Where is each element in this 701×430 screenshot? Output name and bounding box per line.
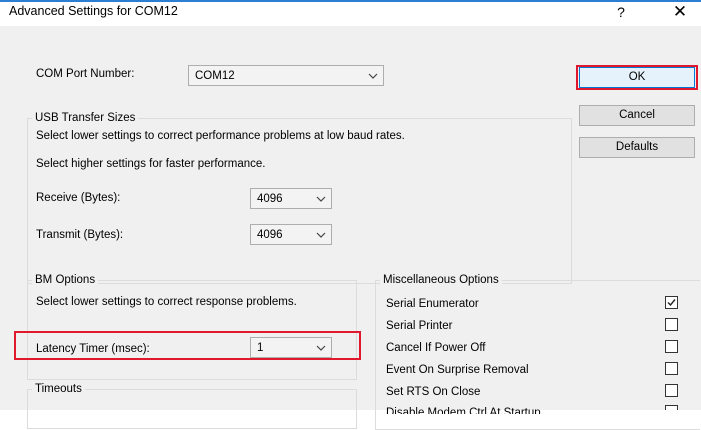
bm-group-title: BM Options bbox=[32, 273, 99, 287]
misc-option-label: Event On Surprise Removal bbox=[386, 364, 529, 376]
misc-option-label: Disable Modem Ctrl At Startup bbox=[386, 407, 541, 414]
cancel-button[interactable]: Cancel bbox=[579, 105, 695, 126]
usb-desc-low: Select lower settings to correct perform… bbox=[36, 130, 405, 142]
chevron-down-icon bbox=[316, 232, 326, 238]
misc-option-label: Serial Printer bbox=[386, 320, 453, 332]
ok-highlight-box bbox=[576, 65, 698, 90]
com-port-value: COM12 bbox=[195, 70, 235, 82]
disable-modem-ctrl-checkbox[interactable] bbox=[665, 405, 678, 410]
transmit-value: 4096 bbox=[257, 229, 283, 241]
cancel-if-power-off-checkbox[interactable] bbox=[665, 340, 678, 353]
title-bar: Advanced Settings for COM12 ? ✕ bbox=[0, 0, 701, 26]
defaults-button[interactable]: Defaults bbox=[579, 137, 695, 158]
timeouts-group: Timeouts bbox=[27, 382, 357, 429]
chevron-down-icon bbox=[368, 73, 378, 79]
usb-desc-high: Select higher settings for faster perfor… bbox=[36, 158, 266, 170]
misc-option-label: Serial Enumerator bbox=[386, 298, 479, 310]
receive-label: Receive (Bytes): bbox=[36, 192, 121, 204]
latency-highlight-box bbox=[14, 331, 361, 360]
set-rts-on-close-checkbox[interactable] bbox=[665, 384, 678, 397]
misc-group-title: Miscellaneous Options bbox=[380, 273, 502, 287]
com-port-label: COM Port Number: bbox=[36, 68, 135, 80]
usb-group-title: USB Transfer Sizes bbox=[32, 111, 139, 125]
window-title: Advanced Settings for COM12 bbox=[9, 4, 178, 18]
close-button[interactable]: ✕ bbox=[669, 1, 691, 23]
chevron-down-icon bbox=[316, 196, 326, 202]
dialog-body: COM Port Number: COM12 OK Cancel Default… bbox=[0, 26, 701, 430]
checkmark-icon bbox=[667, 299, 676, 307]
transmit-select[interactable]: 4096 bbox=[250, 224, 332, 245]
misc-option-label: Set RTS On Close bbox=[386, 386, 481, 398]
transmit-label: Transmit (Bytes): bbox=[36, 229, 124, 241]
serial-printer-checkbox[interactable] bbox=[665, 318, 678, 331]
event-on-surprise-removal-checkbox[interactable] bbox=[665, 362, 678, 375]
bm-desc: Select lower settings to correct respons… bbox=[36, 296, 297, 308]
serial-enumerator-checkbox[interactable] bbox=[665, 296, 678, 309]
receive-select[interactable]: 4096 bbox=[250, 188, 332, 209]
com-port-select[interactable]: COM12 bbox=[188, 65, 384, 86]
timeouts-group-title: Timeouts bbox=[32, 382, 85, 396]
receive-value: 4096 bbox=[257, 193, 283, 205]
misc-option-label: Cancel If Power Off bbox=[386, 342, 486, 354]
help-button[interactable]: ? bbox=[610, 1, 632, 23]
